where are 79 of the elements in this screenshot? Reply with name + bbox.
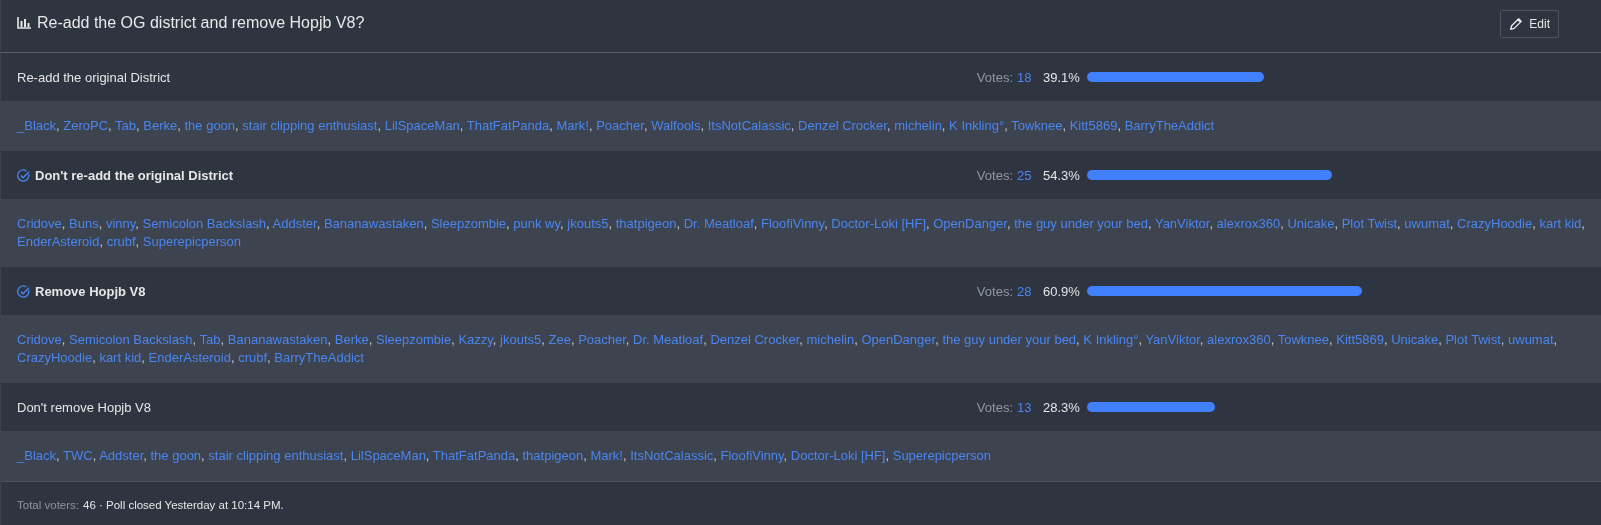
votes-label: Votes: [976, 399, 1013, 415]
voter-link[interactable]: Denzel Crocker [710, 332, 800, 347]
voter-link[interactable]: Berke [334, 332, 369, 347]
voter-link[interactable]: K Inkling° [949, 118, 1005, 133]
option-label: Re-add the original District [17, 69, 171, 85]
voter-link[interactable]: michelin [894, 118, 942, 133]
voter-link[interactable]: Bananawastaken [323, 216, 424, 231]
voter-link[interactable]: EnderAsteroid [148, 350, 231, 365]
votes-label: Votes: [976, 69, 1013, 85]
voter-link[interactable]: LilSpaceMan [350, 448, 426, 463]
poll-title: Re-add the OG district and remove Hopjb V8? [37, 14, 365, 32]
voter-link[interactable]: Addster [99, 448, 144, 463]
voter-link[interactable]: alexrox360 [1207, 332, 1271, 347]
voter-link[interactable]: Cridove [17, 332, 62, 347]
voter-link[interactable]: crubf [238, 350, 268, 365]
option-label: Don't re-add the original District [35, 167, 234, 183]
voter-link[interactable]: Tab [199, 332, 221, 347]
voter-link[interactable]: the guy under your bed [942, 332, 1077, 347]
voter-link[interactable]: Addster [272, 216, 317, 231]
voter-link[interactable]: Plot Twist [1445, 332, 1501, 347]
voter-link[interactable]: Superepicperson [892, 448, 991, 463]
voter-link[interactable]: uwumat [1508, 332, 1554, 347]
voter-link[interactable]: BarryTheAddict [1124, 118, 1215, 133]
voter-link[interactable]: Kazzy [458, 332, 493, 347]
voter-link[interactable]: YanViktor [1145, 332, 1200, 347]
vote-percent: 28.3% [1043, 399, 1081, 415]
vote-count: 25 [1017, 167, 1033, 183]
voter-link[interactable]: Kitt5869 [1336, 332, 1384, 347]
voter-link[interactable]: Zee [548, 332, 571, 347]
voter-link[interactable]: the guy under your bed [1014, 216, 1148, 231]
voter-link[interactable]: Walfools [651, 118, 701, 133]
edit-button[interactable]: Edit [1500, 10, 1559, 38]
votes-label: Votes: [976, 167, 1013, 183]
poll-status: 46 · Poll closed Yesterday at 10:14 PM. [83, 499, 284, 511]
voter-link[interactable]: BarryTheAddict [274, 350, 364, 365]
voter-link[interactable]: Sleepzombie [430, 216, 507, 231]
voter-link[interactable]: LilSpaceMan [384, 118, 460, 133]
voter-list: Cridove, Buns, vinny, Semicolon Backslash, Addster, Bananawastaken, Sleepzombie, punk wy, jkouts5, thatpigeon, Dr. Meatloaf, FloofiVinny, Doctor-Loki [HF], OpenDanger, the guy under your bed, YanViktor, alexrox360, Unicake, Plot Twist, uwumat, CrazyHoodie, kart kid, EnderAsteroid, crubf, Superepicperson [17, 215, 1585, 251]
pencil-icon [1509, 17, 1524, 31]
vote-percent: 54.3% [1043, 167, 1081, 183]
voter-link[interactable]: Dr. Meatloaf [633, 332, 704, 347]
voter-link[interactable]: Denzel Crocker [798, 118, 887, 133]
voter-link[interactable]: OpenDanger [933, 216, 1007, 231]
voter-link[interactable]: TWC [63, 448, 93, 463]
voter-link[interactable]: Bananawastaken [227, 332, 328, 347]
option-label: Remove Hopjb V8 [35, 283, 146, 299]
voter-link[interactable]: Poacher [578, 332, 626, 347]
voter-link[interactable]: Mark! [556, 118, 589, 133]
vote-count: 18 [1017, 69, 1033, 85]
bar-chart-icon [17, 17, 31, 29]
vote-count: 28 [1017, 283, 1033, 299]
voter-list: _Black, TWC, Addster, the goon, stair clipping enthusiast, LilSpaceMan, ThatFatPanda, thatpigeon, Mark!, ItsNotCalassic, FloofiVinny, Doctor-Loki [HF], Superepicperson [17, 447, 1585, 465]
total-voters-label: Total voters: [17, 499, 79, 511]
voter-list: _Black, ZeroPC, Tab, Berke, the goon, stair clipping enthusiast, LilSpaceMan, ThatFatPanda, Mark!, Poacher, Walfools, ItsNotCalassic, Denzel Crocker, michelin, K Inkling°, Towknee, Kitt5869, BarryTheAddict [17, 117, 1585, 135]
voter-link[interactable]: Superepicperson [142, 234, 242, 249]
voter-link[interactable]: Cridove [17, 216, 62, 231]
voter-link[interactable]: Mark! [590, 448, 623, 463]
voter-link[interactable]: FloofiVinny [720, 448, 784, 463]
voter-link[interactable]: Semicolon Backslash [142, 216, 267, 231]
voter-link[interactable]: crubf [106, 234, 136, 249]
voter-link[interactable]: Dr. Meatloaf [683, 216, 754, 231]
votes-label: Votes: [976, 283, 1013, 299]
voter-link[interactable]: YanViktor [1154, 216, 1210, 231]
vote-percent: 60.9% [1043, 283, 1081, 299]
voter-link[interactable]: uwumat [1404, 216, 1450, 231]
voter-link[interactable]: K Inkling° [1083, 332, 1139, 347]
vote-percent: 39.1% [1043, 69, 1081, 85]
voter-list: Cridove, Semicolon Backslash, Tab, Bananawastaken, Berke, Sleepzombie, Kazzy, jkouts5, Zee, Poacher, Dr. Meatloaf, Denzel Crocker, michelin, OpenDanger, the guy under your bed, K Inkling°, YanViktor, alexrox360, Towknee, Kitt5869, Unicake, Plot Twist, uwumat, CrazyHoodie, kart kid, EnderAsteroid, crubf, BarryTheAddict [17, 331, 1585, 367]
voter-link[interactable]: Buns [69, 216, 99, 231]
voter-link[interactable]: Semicolon Backslash [69, 332, 193, 347]
vote-count: 13 [1017, 399, 1033, 415]
voter-link[interactable]: Poacher [596, 118, 644, 133]
voter-link[interactable]: ItsNotCalassic [707, 118, 791, 133]
voter-link[interactable]: Doctor-Loki [HF] [831, 216, 926, 231]
option-label: Don't remove Hopjb V8 [17, 399, 151, 415]
voter-link[interactable]: the goon [184, 118, 236, 133]
voter-link[interactable]: Towknee [1277, 332, 1329, 347]
voter-link[interactable]: OpenDanger [861, 332, 936, 347]
voter-link[interactable]: the goon [150, 448, 202, 463]
